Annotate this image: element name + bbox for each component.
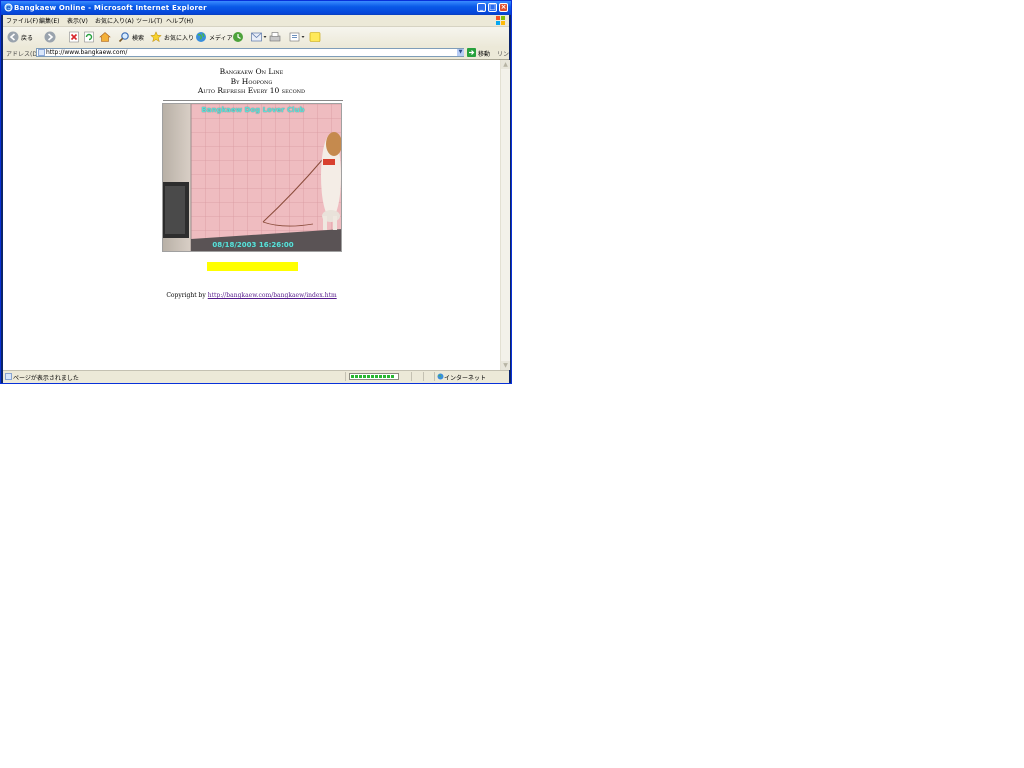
internet-explorer-icon: e	[4, 3, 13, 12]
history-icon[interactable]	[232, 30, 244, 44]
menu-file[interactable]: ファイル(F)	[6, 16, 38, 25]
favorites-star-icon[interactable]	[150, 30, 162, 44]
status-text: ページが表示されました	[13, 375, 79, 382]
menu-help[interactable]: ヘルプ(H)	[166, 16, 193, 25]
security-zone: インターネット	[444, 375, 487, 382]
minimize-button[interactable]: _	[477, 3, 486, 12]
scroll-down-icon[interactable]: ▼	[501, 361, 510, 370]
status-divider	[434, 372, 435, 381]
edit-icon[interactable]	[289, 30, 305, 44]
webcam-caption-top: Bangkaew Dog Lover Club	[201, 106, 305, 114]
menu-favorites[interactable]: お気に入り(A)	[95, 16, 134, 25]
media-label[interactable]: メディア	[209, 33, 233, 42]
menu-tools[interactable]: ツール(T)	[136, 16, 162, 25]
close-button[interactable]: ×	[499, 3, 508, 12]
page-icon	[38, 49, 45, 56]
webcam-timestamp: 08/18/2003 16:26:00	[212, 241, 294, 249]
page-refresh-note: Auto Refresh Every 10 second	[197, 86, 306, 95]
address-bar: アドレス(D) http://www.bangkaew.com/ ▼ 移動 リン…	[3, 47, 509, 67]
search-icon[interactable]	[118, 30, 130, 44]
refresh-icon[interactable]	[84, 30, 94, 44]
standard-toolbar: 戻る 検索 お気に入り メディア	[3, 27, 509, 48]
windows-logo-icon	[496, 16, 505, 25]
forward-arrow-icon[interactable]	[44, 30, 56, 44]
menu-edit[interactable]: 編集(E)	[39, 16, 59, 25]
status-divider	[423, 372, 424, 381]
menu-view[interactable]: 表示(V)	[67, 16, 88, 25]
window-title: Bangkaew Online - Microsoft Internet Exp…	[14, 4, 207, 12]
print-icon[interactable]	[269, 30, 281, 44]
go-label[interactable]: 移動	[478, 49, 490, 58]
messenger-icon[interactable]	[309, 30, 321, 44]
maximize-button[interactable]: □	[488, 3, 497, 12]
mail-icon[interactable]	[251, 30, 267, 44]
webcam-image: Bangkaew Dog Lover Club 08/18/2003 16:26…	[162, 103, 342, 252]
status-divider	[411, 372, 412, 381]
back-label[interactable]: 戻る	[21, 33, 33, 42]
favorites-label[interactable]: お気に入り	[164, 33, 194, 42]
status-divider	[345, 372, 346, 381]
address-url[interactable]: http://www.bangkaew.com/	[46, 49, 127, 56]
progress-fill	[351, 375, 395, 378]
copyright-link[interactable]: http://bangkaew.com/bangkaew/index.htm	[208, 292, 337, 299]
page-byline: By Hoopong	[230, 77, 273, 86]
address-label: アドレス(D)	[6, 51, 40, 58]
media-globe-icon[interactable]	[195, 30, 207, 44]
webcam-photo	[163, 104, 341, 251]
search-label[interactable]: 検索	[132, 33, 144, 42]
internet-zone-icon	[437, 373, 444, 380]
page-title: Bangkaew On Line	[219, 67, 284, 76]
page-viewport: Bangkaew On Line By Hoopong Auto Refresh…	[3, 60, 500, 370]
back-arrow-icon[interactable]	[7, 30, 19, 44]
go-arrow-icon[interactable]	[467, 48, 476, 57]
vertical-scrollbar[interactable]: ▲ ▼	[500, 60, 510, 370]
title-bar[interactable]: e Bangkaew Online - Microsoft Internet E…	[1, 1, 511, 15]
browser-window: e Bangkaew Online - Microsoft Internet E…	[0, 0, 512, 384]
address-dropdown-icon[interactable]: ▼	[457, 49, 464, 56]
highlight-bar	[207, 262, 298, 271]
home-icon[interactable]	[99, 30, 111, 44]
horizontal-rule	[163, 100, 343, 101]
scroll-up-icon[interactable]: ▲	[501, 60, 510, 69]
address-input[interactable]: http://www.bangkaew.com/ ▼	[36, 48, 464, 57]
menu-bar: ファイル(F) 編集(E) 表示(V) お気に入り(A) ツール(T) ヘルプ(…	[3, 15, 509, 27]
copyright-text: Copyright by	[166, 292, 206, 299]
svg-text:e: e	[6, 4, 10, 12]
progress-bar	[349, 373, 399, 380]
copyright-line: Copyright by http://bangkaew.com/bangkae…	[3, 292, 500, 299]
status-bar: ページが表示されました インターネット	[3, 370, 509, 383]
stop-icon[interactable]	[69, 30, 79, 44]
status-page-icon	[5, 373, 12, 380]
